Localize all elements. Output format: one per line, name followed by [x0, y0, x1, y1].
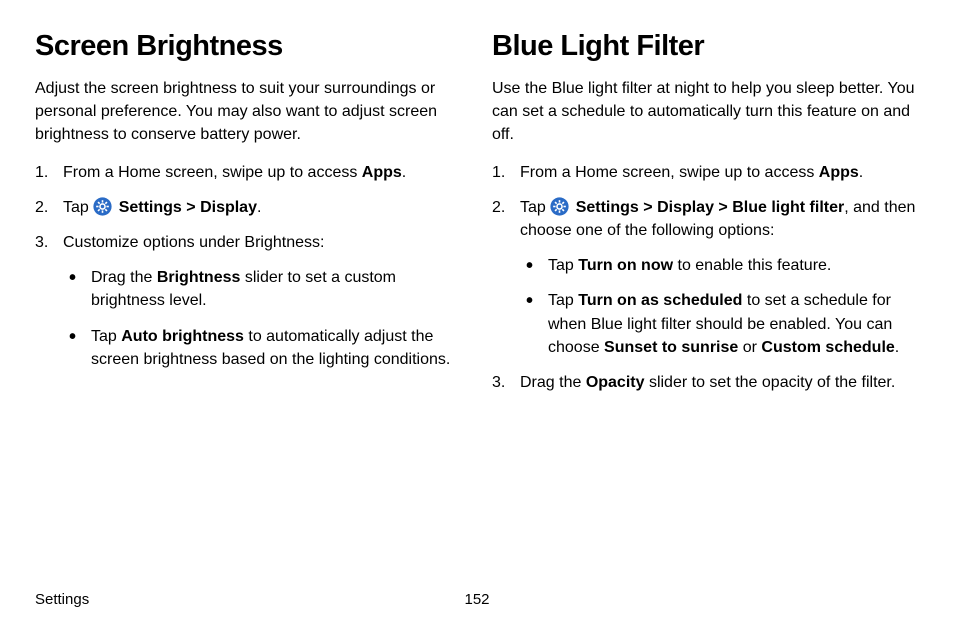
bullet-text: Tap	[548, 292, 578, 309]
opacity-label: Opacity	[586, 374, 645, 391]
footer-section-name: Settings	[35, 591, 330, 608]
step-text: Tap	[520, 199, 550, 216]
display-label: Display	[657, 199, 714, 216]
bullet-list: Tap Turn on now to enable this feature. …	[520, 254, 919, 359]
steps-list: From a Home screen, swipe up to access A…	[35, 161, 462, 371]
step-text: .	[402, 164, 406, 181]
bullet-text: .	[895, 339, 899, 356]
intro-text: Adjust the screen brightness to suit you…	[35, 77, 462, 147]
intro-text: Use the Blue light filter at night to he…	[492, 77, 919, 147]
step-text: Customize options under Brightness:	[63, 234, 324, 251]
display-label: Display	[200, 199, 257, 216]
bullet-item: Tap Turn on now to enable this feature.	[520, 254, 919, 277]
step-text: From a Home screen, swipe up to access	[520, 164, 819, 181]
bullet-item: Tap Turn on as scheduled to set a schedu…	[520, 289, 919, 359]
footer-spacer	[624, 591, 919, 608]
auto-brightness-label: Auto brightness	[121, 328, 244, 345]
brightness-label: Brightness	[157, 269, 241, 286]
page-footer: Settings 152	[35, 591, 919, 608]
content-columns: Screen Brightness Adjust the screen brig…	[35, 30, 919, 406]
separator: >	[714, 199, 732, 216]
step-text: From a Home screen, swipe up to access	[63, 164, 362, 181]
turn-on-now-label: Turn on now	[578, 257, 673, 274]
step-item: Customize options under Brightness: Drag…	[35, 231, 462, 371]
step-item: Tap Settings > Display > Blue light filt…	[492, 196, 919, 359]
bullet-text: or	[738, 339, 761, 356]
section-heading-bluelight: Blue Light Filter	[492, 30, 919, 63]
separator: >	[182, 199, 200, 216]
settings-gear-icon	[550, 197, 569, 216]
sunset-sunrise-label: Sunset to sunrise	[604, 339, 738, 356]
apps-label: Apps	[362, 164, 402, 181]
settings-label: Settings	[576, 199, 639, 216]
right-column: Blue Light Filter Use the Blue light fil…	[492, 30, 919, 406]
settings-gear-icon	[93, 197, 112, 216]
step-item: Tap Settings > Display.	[35, 196, 462, 219]
bullet-text: Tap	[91, 328, 121, 345]
separator: >	[639, 199, 657, 216]
step-item: From a Home screen, swipe up to access A…	[492, 161, 919, 184]
bullet-text: Drag the	[91, 269, 157, 286]
apps-label: Apps	[819, 164, 859, 181]
step-text: .	[257, 199, 261, 216]
step-text: .	[859, 164, 863, 181]
bullet-text: Tap	[548, 257, 578, 274]
step-text: Drag the	[520, 374, 586, 391]
section-heading-brightness: Screen Brightness	[35, 30, 462, 63]
turn-on-scheduled-label: Turn on as scheduled	[578, 292, 742, 309]
steps-list: From a Home screen, swipe up to access A…	[492, 161, 919, 395]
blue-light-filter-label: Blue light filter	[732, 199, 844, 216]
settings-label: Settings	[119, 199, 182, 216]
bullet-item: Drag the Brightness slider to set a cust…	[63, 266, 462, 312]
bullet-list: Drag the Brightness slider to set a cust…	[63, 266, 462, 371]
bullet-text: to enable this feature.	[673, 257, 831, 274]
bullet-item: Tap Auto brightness to automatically adj…	[63, 325, 462, 371]
custom-schedule-label: Custom schedule	[761, 339, 894, 356]
step-text: Tap	[63, 199, 93, 216]
left-column: Screen Brightness Adjust the screen brig…	[35, 30, 462, 406]
step-text: slider to set the opacity of the filter.	[645, 374, 896, 391]
step-item: Drag the Opacity slider to set the opaci…	[492, 371, 919, 394]
step-item: From a Home screen, swipe up to access A…	[35, 161, 462, 184]
footer-page-number: 152	[330, 591, 625, 608]
